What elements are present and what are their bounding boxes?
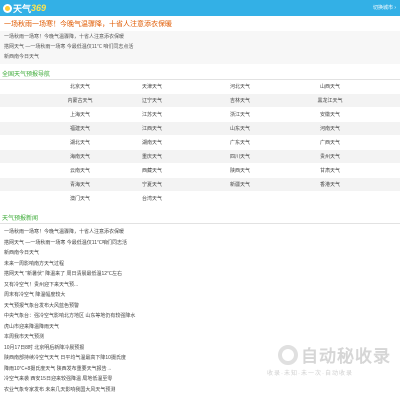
province-link[interactable]: 浙江天气: [200, 111, 280, 118]
news-item-link[interactable]: 一场秋雨一场寒！今晚气温骤降，十省人注意添衣保暖: [4, 228, 254, 235]
news-item-link[interactable]: 本周我市天气预测: [4, 333, 254, 340]
province-link[interactable]: 西藏天气: [112, 167, 192, 174]
province-link[interactable]: 广西天气: [290, 139, 370, 146]
province-link[interactable]: 河南天气: [290, 125, 370, 132]
intro-box: 一场秋雨一场寒！今晚气温骤降，十省人注意添衣保暖 搭网天气 —一场秋雨一场寒 今…: [0, 31, 400, 64]
headline-link[interactable]: 一场秋雨一场寒！今晚气温骤降，十省人注意添衣保暖: [4, 18, 396, 29]
province-link[interactable]: 湖北天气: [40, 139, 120, 146]
news-item-link[interactable]: 搭网天气 —一场秋雨一场寒 今最低温仅11℃咱们同志活: [4, 239, 254, 246]
news-item-link[interactable]: 10月17日8时 北京明后新降冷晨预报: [4, 344, 254, 351]
province-link[interactable]: 海南天气: [40, 153, 120, 160]
province-row: 内蒙古天气 辽宁天气 吉林天气 黑龙江天气: [0, 94, 400, 107]
province-link[interactable]: 重庆天气: [112, 153, 192, 160]
province-link[interactable]: 四川天气: [200, 153, 280, 160]
province-link[interactable]: 天津天气: [112, 83, 192, 90]
province-row: 海南天气 重庆天气 四川天气 贵州天气: [0, 150, 400, 163]
news-item-link[interactable]: 天气预报气象台发布大风蓝色预警: [4, 302, 254, 309]
news-item-link[interactable]: 周末有冷空气 降温幅度较大: [4, 291, 254, 298]
province-link[interactable]: 青海天气: [40, 181, 120, 188]
intro-line[interactable]: 搭网天气 —一场秋雨一场寒 今最低温仅11℃ 咱们同志点活: [4, 43, 133, 50]
news-item-link[interactable]: 新西南今日天气: [4, 249, 254, 256]
intro-line[interactable]: 新西南今日天气: [4, 53, 39, 60]
province-row: 北京天气 天津天气 河北天气 山西天气: [0, 80, 400, 93]
logo-number: 369: [31, 3, 47, 13]
watermark-subtext: 收录·未知·未一次·自动收录: [267, 371, 353, 377]
province-link[interactable]: 陕西天气: [200, 167, 280, 174]
province-link[interactable]: 辽宁天气: [112, 97, 192, 104]
province-row: 青海天气 宁夏天气 新疆天气 香港天气: [0, 178, 400, 191]
logo-text: 天气: [13, 3, 32, 14]
province-link[interactable]: 甘肃天气: [290, 167, 370, 174]
news-item-link[interactable]: 中央气象台：强冷空气影响北方地区 山东等地仍有较强降水: [4, 312, 254, 319]
news-section-title: 天气预报新闻: [0, 212, 400, 222]
province-link[interactable]: 黑龙江天气: [290, 97, 370, 104]
province-link[interactable]: 山东天气: [200, 125, 280, 132]
news-item-link[interactable]: 陕西南部持续冷空气天气 日平均气温最高下降10摄氏度: [4, 354, 254, 361]
province-section-title: 全国天气预报导航: [0, 68, 400, 78]
province-link[interactable]: 内蒙古天气: [40, 97, 120, 104]
province-link[interactable]: 湖南天气: [112, 139, 192, 146]
province-link[interactable]: 福建天气: [40, 125, 120, 132]
province-link[interactable]: 河北天气: [200, 83, 280, 90]
province-link[interactable]: 宁夏天气: [112, 181, 192, 188]
province-link[interactable]: 山西天气: [290, 83, 370, 90]
news-item-link[interactable]: 农业气象专家发布 未来几天影响我国大风天气预测: [4, 386, 254, 393]
province-link[interactable]: 北京天气: [40, 83, 120, 90]
watermark: 自动秘收录 收录·未知·未一次·自动收录: [257, 335, 400, 380]
province-link[interactable]: 江苏天气: [112, 111, 192, 118]
news-item-link[interactable]: 又有冷空气！贵州迎下来天气预...: [4, 281, 254, 288]
province-link[interactable]: 上海天气: [40, 111, 120, 118]
province-row: 福建天气 江西天气 山东天气 河南天气: [0, 122, 400, 135]
sun-icon: [3, 3, 12, 13]
news-item-link[interactable]: 冷空气来袭 西安15日迎来较强降温 局地低温至零: [4, 375, 254, 382]
province-row: 上海天气 江苏天气 浙江天气 安徽天气: [0, 108, 400, 121]
province-link[interactable]: 广东天气: [200, 139, 280, 146]
province-link[interactable]: 吉林天气: [200, 97, 280, 104]
watermark-text: 自动秘收录: [301, 347, 391, 366]
news-item-link[interactable]: 未来一周影响南方天气过程: [4, 260, 254, 267]
site-logo[interactable]: 天气 369: [3, 3, 46, 14]
intro-line[interactable]: 一场秋雨一场寒！今晚气温骤降，十省人注意添衣保暖: [4, 33, 124, 40]
province-row: 澳门天气 台湾天气: [0, 192, 400, 205]
province-link[interactable]: 云南天气: [40, 167, 120, 174]
province-link[interactable]: 贵州天气: [290, 153, 370, 160]
top-bar: 天气 369 切换城市 ›: [0, 0, 400, 16]
province-row: 湖北天气 湖南天气 广东天气 广西天气: [0, 136, 400, 149]
watermark-ring-icon: [278, 345, 298, 365]
province-link[interactable]: 新疆天气: [200, 181, 280, 188]
province-section-label: 全国天气预报导航: [2, 71, 51, 78]
news-item-link[interactable]: 搭网天气 “新暑伏” 降温来了 周日清晨最低温12℃左右: [4, 270, 254, 277]
news-item-link[interactable]: 虎山市迎来降温降雨天气: [4, 323, 254, 330]
province-link[interactable]: 江西天气: [112, 125, 192, 132]
news-section-label: 天气预报新闻: [2, 215, 39, 222]
province-link[interactable]: 安徽天气: [290, 111, 370, 118]
divider: [0, 223, 400, 224]
province-link[interactable]: 澳门天气: [40, 195, 120, 202]
province-link[interactable]: 台湾天气: [112, 195, 192, 202]
switch-city-link[interactable]: 切换城市 ›: [373, 4, 396, 11]
province-link[interactable]: 香港天气: [290, 181, 370, 188]
news-item-link[interactable]: 降雨10℃+8摄氏度天气 陕西发布重要天气报告→: [4, 365, 254, 372]
province-row: 云南天气 西藏天气 陕西天气 甘肃天气: [0, 164, 400, 177]
